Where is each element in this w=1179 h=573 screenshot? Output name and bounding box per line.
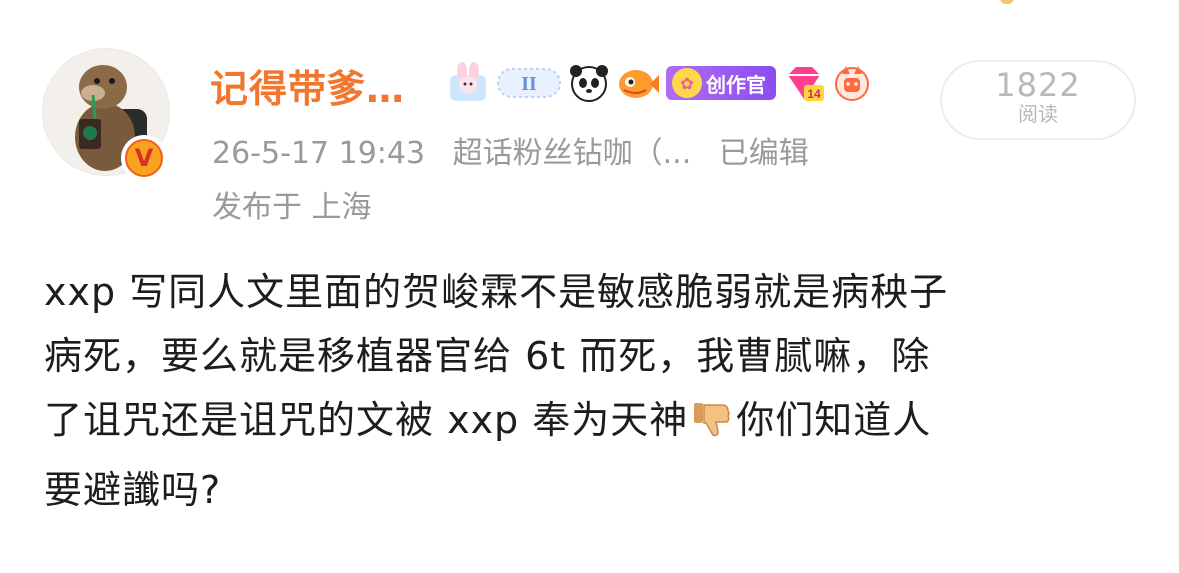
post-location: 发布于 上海: [212, 190, 372, 225]
thumbs-down-emoji-icon: [692, 394, 732, 458]
post-text-segment: 你们知道人: [736, 398, 932, 442]
fish-badge-icon[interactable]: [616, 62, 660, 104]
verified-badge: V: [121, 135, 167, 181]
top-edge-mark: [1000, 0, 1014, 4]
post-text-segment: 了诅咒还是诅咒的文被 xxp 奉为天神: [44, 398, 689, 442]
svg-text:II: II: [521, 73, 537, 95]
panda-badge-icon[interactable]: [568, 62, 610, 104]
post-source[interactable]: 超话粉丝钻咖（...: [453, 136, 692, 171]
post-meta: 26-5-17 19:43 超话粉丝钻咖（... 已编辑: [212, 128, 827, 172]
view-count-label: 阅读: [1018, 102, 1058, 126]
creator-badge[interactable]: ✿ 创作官: [666, 66, 776, 100]
avatar[interactable]: V: [42, 48, 170, 181]
svg-text:14: 14: [807, 87, 821, 101]
creator-badge-label: 创作官: [706, 72, 766, 97]
post-body: xxp 写同人文里面的贺峻霖不是敏感脆弱就是病秧子 病死，要么就是移植器官给 6…: [44, 260, 1134, 522]
badge-row: II ✿ 创作官 14: [446, 60, 872, 106]
post-line: xxp 写同人文里面的贺峻霖不是敏感脆弱就是病秧子: [44, 270, 949, 314]
post-line: 了诅咒还是诅咒的文被 xxp 奉为天神 你们知道人: [44, 388, 1134, 458]
post-line: 要避讖吗?: [44, 468, 222, 512]
author-name[interactable]: 记得带爹…: [210, 58, 405, 113]
edited-label[interactable]: 已编辑: [719, 136, 809, 171]
creator-star-icon: ✿: [672, 68, 702, 98]
diamond-level-badge-icon[interactable]: 14: [782, 61, 826, 105]
verified-v-icon: V: [125, 139, 163, 177]
view-count: 1822: [995, 66, 1081, 104]
view-count-pill: 1822 阅读: [940, 60, 1136, 140]
bunny-badge-icon[interactable]: [446, 61, 490, 105]
fox-badge-icon[interactable]: [832, 62, 872, 104]
post-time: 26-5-17 19:43: [212, 136, 426, 171]
post-line: 病死，要么就是移植器官给 6t 而死，我曹腻嘛，除: [44, 334, 931, 378]
gemini-badge-icon[interactable]: II: [496, 63, 562, 103]
